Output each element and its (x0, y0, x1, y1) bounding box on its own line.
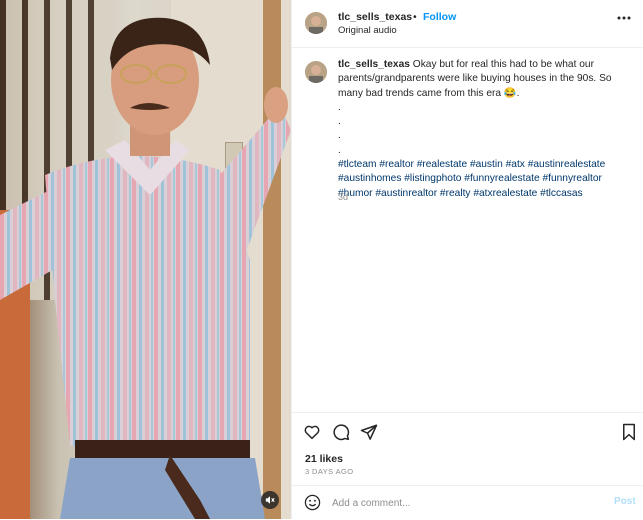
caption-line: parents/grandparents were like buying ho… (338, 73, 612, 85)
separator-dot: • (413, 11, 417, 23)
post-header: tlc_sells_texas • Follow Original audio (292, 0, 643, 48)
mute-button[interactable] (261, 491, 279, 509)
username-link[interactable]: tlc_sells_texas (338, 11, 412, 23)
man-in-striped-shirt (0, 17, 291, 519)
avatar[interactable] (305, 12, 327, 34)
post-date: 3 DAYS AGO (305, 467, 354, 476)
hashtags-line[interactable]: #austinhomes #listingphoto #funnyrealest… (338, 172, 630, 186)
heart-icon[interactable] (303, 423, 321, 441)
caption-dot: . (338, 130, 341, 142)
caption-dot: . (338, 101, 341, 113)
avatar[interactable] (305, 61, 327, 83)
comment-input[interactable] (332, 494, 602, 512)
caption-dot: . (338, 144, 341, 156)
comment-icon[interactable] (332, 423, 350, 441)
follow-button[interactable]: Follow (423, 11, 456, 23)
caption-line: many bad trends came from this era 😂. (338, 87, 520, 99)
share-icon[interactable] (360, 423, 378, 441)
likes-count[interactable]: 21 likes (305, 453, 343, 465)
speaker-muted-icon (265, 496, 275, 504)
post-actions: 21 likes 3 DAYS AGO Post (292, 412, 643, 519)
audio-link[interactable]: Original audio (338, 25, 397, 36)
hashtags-line[interactable]: #tlcteam #realtor #realestate #austin #a… (338, 158, 630, 172)
bookmark-icon[interactable] (621, 423, 637, 441)
caption-text: tlc_sells_texas Okay but for real this h… (338, 58, 630, 201)
caption-line: Okay but for real this had to be what ou… (409, 59, 594, 70)
post-comment-button[interactable]: Post (614, 496, 636, 507)
caption-dot: . (338, 116, 341, 128)
caption-username[interactable]: tlc_sells_texas (338, 59, 410, 70)
comment-composer: Post (292, 485, 643, 520)
post-details-panel: tlc_sells_texas • Follow Original audio … (291, 0, 643, 519)
post-video[interactable] (0, 0, 291, 519)
hashtags-line[interactable]: #humor #austinrealtor #realty #atxreales… (338, 187, 630, 201)
emoji-icon[interactable] (304, 494, 321, 511)
caption-timestamp: 3d (338, 192, 349, 202)
more-options-icon[interactable] (617, 16, 631, 20)
